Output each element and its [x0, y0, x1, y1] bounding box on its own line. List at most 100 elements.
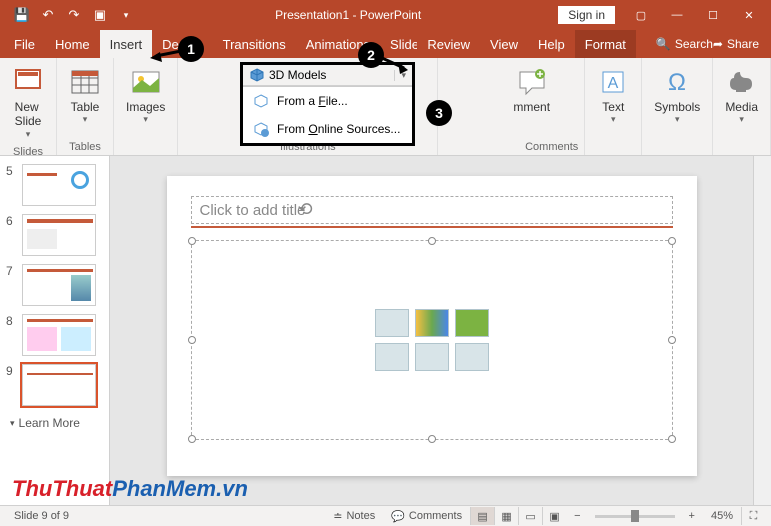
text-button[interactable]: A Text ▾: [591, 62, 635, 129]
slide-canvas-area[interactable]: Click to add title ⟲: [110, 156, 753, 505]
sign-in-button[interactable]: Sign in: [558, 6, 615, 24]
title-placeholder[interactable]: Click to add title ⟲: [191, 196, 673, 224]
close-icon[interactable]: ✕: [731, 3, 767, 27]
table-button[interactable]: Table ▾: [63, 62, 107, 129]
share-label: Share: [727, 37, 759, 51]
learn-more-link[interactable]: ▾ Learn More: [0, 410, 109, 436]
resize-handle[interactable]: [428, 435, 436, 443]
spacer: [740, 139, 743, 155]
tab-view[interactable]: View: [480, 30, 528, 58]
thumbnail-9[interactable]: 9: [0, 360, 109, 410]
redo-icon[interactable]: ↷: [62, 3, 86, 27]
tab-help[interactable]: Help: [528, 30, 575, 58]
zoom-in-button[interactable]: +: [681, 510, 703, 522]
title-underline: [191, 226, 673, 228]
resize-handle[interactable]: [668, 435, 676, 443]
zoom-slider[interactable]: [595, 515, 675, 518]
slide-counter[interactable]: Slide 9 of 9: [6, 510, 77, 522]
watermark-b: PhanMem: [112, 476, 216, 501]
slideshow-view-icon[interactable]: ▣: [542, 507, 566, 525]
main-area: 5 6 7 8 9 ▾ Learn More Click to add titl…: [0, 156, 771, 505]
spacer: [612, 139, 615, 155]
tab-slideshow[interactable]: Slide Show: [380, 30, 417, 58]
slide[interactable]: Click to add title ⟲: [167, 176, 697, 476]
undo-icon[interactable]: ↶: [36, 3, 60, 27]
insert-video-icon[interactable]: [455, 343, 489, 371]
watermark-a: ThuThuat: [12, 476, 112, 501]
spacer: [676, 139, 679, 155]
media-label: Media: [725, 100, 758, 114]
group-comments: mment Comments: [519, 58, 585, 155]
text-icon: A: [597, 66, 629, 98]
save-icon[interactable]: 💾: [10, 3, 34, 27]
fit-to-window-icon[interactable]: ⛶: [741, 507, 765, 525]
tab-insert[interactable]: Insert: [100, 30, 153, 58]
insert-smartart-icon[interactable]: [455, 309, 489, 337]
minimize-icon[interactable]: —: [659, 3, 695, 27]
zoom-out-button[interactable]: −: [566, 510, 588, 522]
thumbnail-8[interactable]: 8: [0, 310, 109, 360]
insert-picture-icon[interactable]: [375, 343, 409, 371]
insert-chart-icon[interactable]: [415, 309, 449, 337]
ribbon-display-options-icon[interactable]: ▢: [623, 3, 659, 27]
comment-icon: [516, 66, 548, 98]
notes-button[interactable]: ≐Notes: [325, 510, 383, 523]
zoom-thumb[interactable]: [631, 510, 639, 522]
resize-handle[interactable]: [428, 237, 436, 245]
ribbon-tabs: File Home Insert Design Transitions Anim…: [0, 30, 771, 58]
table-label: Table: [71, 100, 100, 114]
thumb-preview: [22, 314, 96, 356]
insert-online-picture-icon[interactable]: [415, 343, 449, 371]
comments-button[interactable]: 💬Comments: [383, 510, 470, 523]
group-symbols: Ω Symbols ▾: [642, 58, 713, 155]
content-placeholder[interactable]: [191, 240, 673, 440]
start-from-beginning-icon[interactable]: ▣: [88, 3, 112, 27]
chevron-down-icon: ▾: [143, 114, 148, 125]
tab-file[interactable]: File: [4, 30, 45, 58]
slide-thumbnails-panel[interactable]: 5 6 7 8 9 ▾ Learn More: [0, 156, 110, 505]
tab-home[interactable]: Home: [45, 30, 100, 58]
images-button[interactable]: Images ▾: [120, 62, 171, 129]
comment-button[interactable]: mment: [507, 62, 556, 118]
normal-view-icon[interactable]: ▤: [470, 507, 494, 525]
thumbnail-6[interactable]: 6: [0, 210, 109, 260]
tab-format[interactable]: Format: [575, 30, 636, 58]
thumbnail-7[interactable]: 7: [0, 260, 109, 310]
text-label: Text: [602, 100, 624, 114]
symbols-button[interactable]: Ω Symbols ▾: [648, 62, 706, 129]
images-icon: [130, 66, 162, 98]
reading-view-icon[interactable]: ▭: [518, 507, 542, 525]
menu-from-online[interactable]: From Online Sources...: [243, 115, 412, 143]
qat-customize-icon[interactable]: ▾: [114, 3, 138, 27]
share-button[interactable]: ➦ Share: [713, 37, 771, 51]
tab-transitions[interactable]: Transitions: [213, 30, 296, 58]
zoom-level[interactable]: 45%: [703, 510, 741, 522]
title-bar: 💾 ↶ ↷ ▣ ▾ Presentation1 - PowerPoint Sig…: [0, 0, 771, 30]
resize-handle[interactable]: [188, 336, 196, 344]
symbols-label: Symbols: [654, 100, 700, 114]
maximize-icon[interactable]: ☐: [695, 3, 731, 27]
menu-from-file[interactable]: From a File...: [243, 87, 412, 115]
vertical-scrollbar[interactable]: [753, 156, 771, 505]
chevron-down-icon: ▾: [611, 114, 616, 125]
tab-review[interactable]: Review: [417, 30, 480, 58]
menu-from-online-label: From Online Sources...: [277, 122, 400, 136]
thumbnail-5[interactable]: 5: [0, 160, 109, 210]
thumb-preview: [22, 164, 96, 206]
chevron-down-icon: ▾: [83, 114, 88, 125]
group-images: Images ▾: [114, 58, 178, 155]
callout-badge-2: 2: [358, 42, 384, 68]
group-tables: Table ▾ Tables: [57, 58, 114, 155]
resize-handle[interactable]: [668, 237, 676, 245]
resize-handle[interactable]: [188, 435, 196, 443]
3d-models-icon: [249, 67, 265, 83]
new-slide-button[interactable]: New Slide ▾: [6, 62, 50, 144]
thumb-num: 5: [6, 164, 18, 178]
insert-table-icon[interactable]: [375, 309, 409, 337]
resize-handle[interactable]: [188, 237, 196, 245]
slide-sorter-view-icon[interactable]: ▦: [494, 507, 518, 525]
3d-models-label: 3D Models: [269, 68, 326, 82]
media-button[interactable]: Media ▾: [719, 62, 764, 129]
resize-handle[interactable]: [668, 336, 676, 344]
search-button[interactable]: 🔍 Search: [656, 37, 713, 51]
